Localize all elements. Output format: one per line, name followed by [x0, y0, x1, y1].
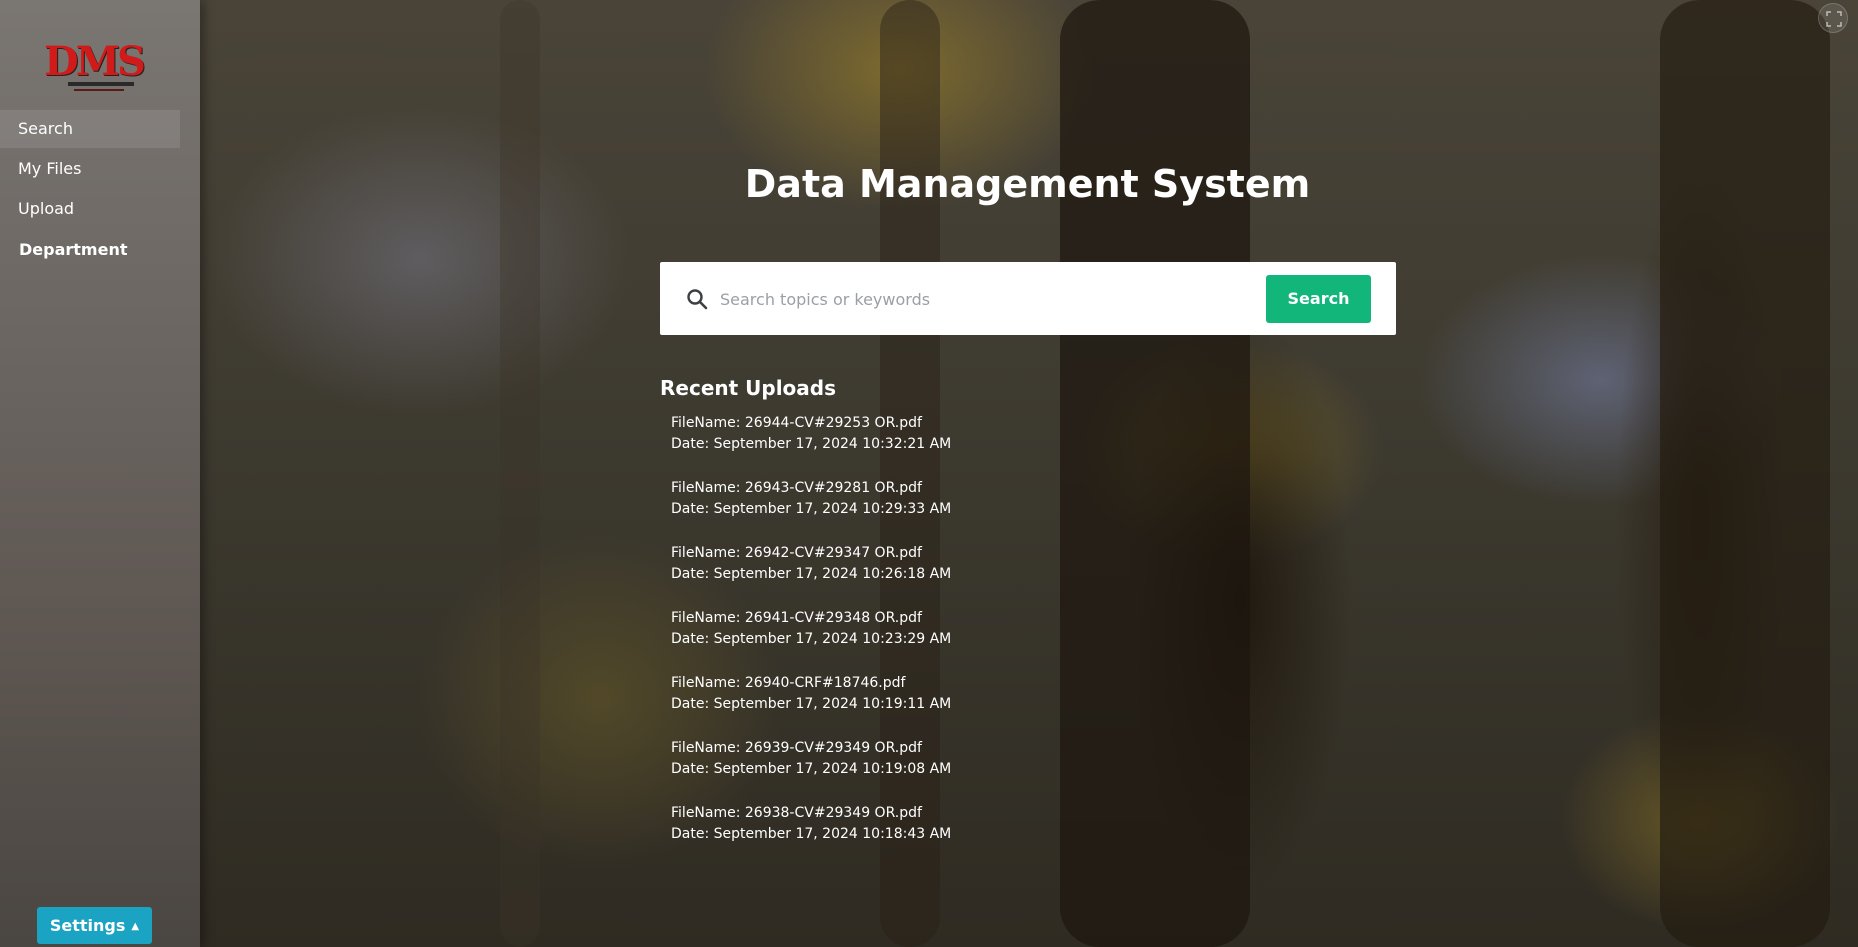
logo-tagline-line [74, 89, 124, 91]
recent-uploads-list: FileName: 26944-CV#29253 OR.pdf Date: Se… [671, 413, 951, 868]
sidebar: DMS Search My Files Upload Department Se… [0, 0, 200, 947]
list-item[interactable]: FileName: 26944-CV#29253 OR.pdf Date: Se… [671, 413, 951, 478]
sidebar-item-my-files[interactable]: My Files [0, 150, 180, 188]
list-item[interactable]: FileName: 26939-CV#29349 OR.pdf Date: Se… [671, 738, 951, 803]
logo-text: DMS [44, 38, 146, 85]
upload-file-name: FileName: 26938-CV#29349 OR.pdf [671, 805, 922, 821]
upload-file-name: FileName: 26942-CV#29347 OR.pdf [671, 545, 922, 561]
background-tree [500, 0, 540, 947]
recent-uploads-heading: Recent Uploads [660, 376, 837, 400]
upload-file-name: FileName: 26939-CV#29349 OR.pdf [671, 740, 922, 756]
list-item[interactable]: FileName: 26942-CV#29347 OR.pdf Date: Se… [671, 543, 951, 608]
logo-underline [68, 82, 134, 86]
search-bar: Search [660, 262, 1396, 335]
settings-button[interactable]: Settings ▲ [37, 907, 152, 944]
background-tree [1660, 0, 1830, 947]
page-title: Data Management System [744, 162, 1311, 206]
upload-file-name: FileName: 26944-CV#29253 OR.pdf [671, 415, 922, 431]
search-button[interactable]: Search [1266, 275, 1371, 323]
upload-date: Date: September 17, 2024 10:26:18 AM [671, 566, 952, 582]
upload-file-name: FileName: 26941-CV#29348 OR.pdf [671, 610, 922, 626]
sidebar-item-department[interactable]: Department [0, 231, 180, 269]
background-tree [1060, 0, 1250, 947]
list-item[interactable]: FileName: 26941-CV#29348 OR.pdf Date: Se… [671, 608, 951, 673]
upload-file-name: FileName: 26943-CV#29281 OR.pdf [671, 480, 922, 496]
expand-icon[interactable] [1818, 3, 1848, 33]
list-item[interactable]: FileName: 26943-CV#29281 OR.pdf Date: Se… [671, 478, 951, 543]
list-item[interactable]: FileName: 26940-CRF#18746.pdf Date: Sept… [671, 673, 951, 738]
upload-date: Date: September 17, 2024 10:19:11 AM [671, 696, 952, 712]
upload-date: Date: September 17, 2024 10:32:21 AM [671, 436, 952, 452]
caret-up-icon: ▲ [131, 921, 140, 932]
upload-date: Date: September 17, 2024 10:29:33 AM [671, 501, 952, 517]
search-input[interactable] [720, 282, 1300, 316]
settings-label: Settings [49, 916, 126, 935]
upload-date: Date: September 17, 2024 10:18:43 AM [671, 826, 952, 842]
upload-date: Date: September 17, 2024 10:19:08 AM [671, 761, 952, 777]
upload-file-name: FileName: 26940-CRF#18746.pdf [671, 675, 906, 691]
search-icon [686, 288, 708, 314]
upload-date: Date: September 17, 2024 10:23:29 AM [671, 631, 952, 647]
sidebar-item-search[interactable]: Search [0, 110, 180, 148]
dms-logo[interactable]: DMS [44, 38, 146, 94]
list-item[interactable]: FileName: 26938-CV#29349 OR.pdf Date: Se… [671, 803, 951, 868]
sidebar-item-upload[interactable]: Upload [0, 190, 180, 228]
